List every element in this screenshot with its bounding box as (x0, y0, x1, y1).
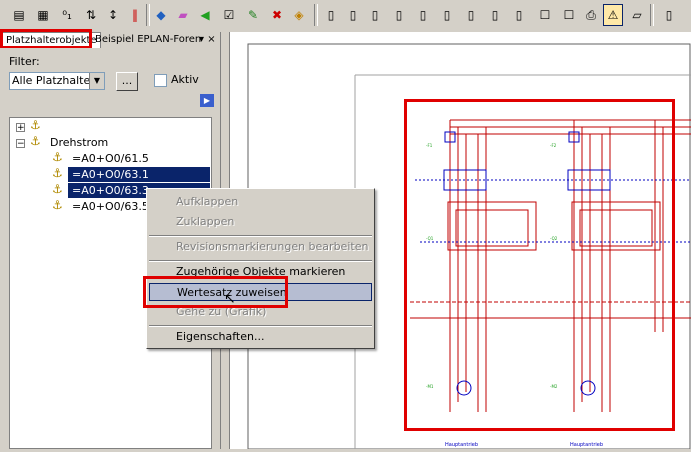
menu-item-wertesatz-zuweisen[interactable]: Wertesatz zuweisen (149, 283, 372, 301)
panel-controls[interactable]: ▾ × (196, 32, 219, 47)
collapse-icon[interactable]: − (16, 139, 25, 149)
anchor-icon: ⚓ (52, 198, 63, 212)
panel-tabbar: Platzhalterobjekte Beispiel EPLAN-Foren … (0, 32, 220, 49)
more-button[interactable]: ... (116, 72, 138, 91)
filter-icon[interactable]: ▱ (628, 5, 646, 25)
page-icon-9[interactable]: ▯ (486, 5, 504, 25)
tree-group-drehstrom[interactable]: Drehstrom (50, 135, 108, 150)
print-icon[interactable]: ⎙ (582, 5, 600, 25)
menu-item-gehe-zu-grafik[interactable]: Gehe zu (Grafik) (149, 303, 372, 321)
page-icon-2[interactable]: ▯ (322, 5, 340, 25)
page-icon-12[interactable]: ☐ (560, 5, 578, 25)
filter-select[interactable]: Alle Platzhaltero ▼ (9, 72, 105, 90)
check-icon[interactable]: ☑ (220, 5, 238, 25)
table-icon[interactable]: ▦ (34, 5, 52, 25)
delete-icon[interactable]: ✖ (268, 5, 286, 25)
anchor-icon: ⚓ (30, 118, 41, 132)
anchor-icon: ⚓ (52, 150, 63, 164)
menu-item-eigenschaften[interactable]: Eigenschaften... (149, 328, 372, 346)
project-icon[interactable]: ◆ (152, 5, 170, 25)
anchor-icon: ⚓ (30, 134, 41, 148)
aktiv-checkbox[interactable] (154, 74, 167, 87)
anchor-icon: ⚓ (52, 166, 63, 180)
drawing-caption: Hauptantrieb (570, 442, 603, 448)
tree-item[interactable]: =A0+O0/63.5 (70, 199, 151, 214)
page-icon-7[interactable]: ▯ (438, 5, 456, 25)
edit-icon[interactable]: ✎ (244, 5, 262, 25)
drawing-caption: Hauptantrieb (445, 442, 478, 448)
expand-icon[interactable]: + (16, 123, 25, 133)
aktiv-label: Aktiv (171, 73, 199, 86)
svg-text:-M1: -M1 (426, 384, 434, 389)
play-icon[interactable]: ▶ (200, 94, 214, 107)
pause-icon[interactable]: ‖ (126, 5, 144, 25)
page-icon[interactable]: ◈ (290, 5, 308, 25)
page-icon-6[interactable]: ▯ (414, 5, 432, 25)
anchor-icon: ⚓ (52, 182, 63, 196)
filter-label: Filter: (9, 55, 40, 68)
tree-item[interactable]: =A0+O0/61.5 (70, 151, 151, 166)
filter-select-value: Alle Platzhaltero (12, 74, 102, 87)
sort-numeric-icon[interactable]: ↕ (104, 5, 122, 25)
context-menu: Aufklappen Zuklappen Revisionsmarkierung… (146, 188, 375, 349)
tab-beispiel-eplan-foren[interactable]: Beispiel EPLAN-Foren (92, 32, 204, 47)
menu-item-zugehoerige-objekte[interactable]: Zugehörige Objekte markieren (149, 263, 372, 281)
extra-icon[interactable]: ▯ (660, 5, 678, 25)
warning-icon[interactable]: ⚠ (603, 4, 623, 26)
sort-icon[interactable]: ⇅ (82, 5, 100, 25)
page-icon-10[interactable]: ▯ (510, 5, 528, 25)
refresh-icon[interactable]: ◀ (196, 5, 214, 25)
page-icon-11[interactable]: ☐ (536, 5, 554, 25)
page-icon-8[interactable]: ▯ (462, 5, 480, 25)
main-toolbar: ▤ ▦ ⁰₁ ⇅ ↕ ‖ ◆ ▰ ◀ ☑ ✎ ✖ ◈ ▯ ▯ ▯ ▯ ▯ ▯ ▯… (0, 0, 691, 33)
properties-icon[interactable]: ▤ (10, 5, 28, 25)
folder-icon[interactable]: ▰ (174, 5, 192, 25)
tab-platzhalterobjekte[interactable]: Platzhalterobjekte (2, 32, 101, 48)
mouse-cursor-icon: ↖ (224, 291, 236, 307)
chevron-down-icon[interactable]: ▼ (89, 73, 104, 89)
svg-text:-F2: -F2 (550, 143, 557, 148)
page-icon-5[interactable]: ▯ (390, 5, 408, 25)
menu-item-revisionsmarkierungen[interactable]: Revisionsmarkierungen bearbeiten (149, 238, 372, 256)
page-icon-3[interactable]: ▯ (344, 5, 362, 25)
menu-item-zuklappen[interactable]: Zuklappen (149, 213, 372, 231)
tree-item-selected[interactable]: =A0+O0/63.1 (68, 167, 210, 182)
svg-text:-F1: -F1 (426, 143, 433, 148)
numbering-icon[interactable]: ⁰₁ (58, 5, 76, 25)
svg-text:-M2: -M2 (550, 384, 558, 389)
svg-text:-Q2: -Q2 (550, 236, 558, 241)
page-icon-4[interactable]: ▯ (366, 5, 384, 25)
menu-item-aufklappen[interactable]: Aufklappen (149, 193, 372, 211)
svg-text:-Q1: -Q1 (426, 236, 434, 241)
